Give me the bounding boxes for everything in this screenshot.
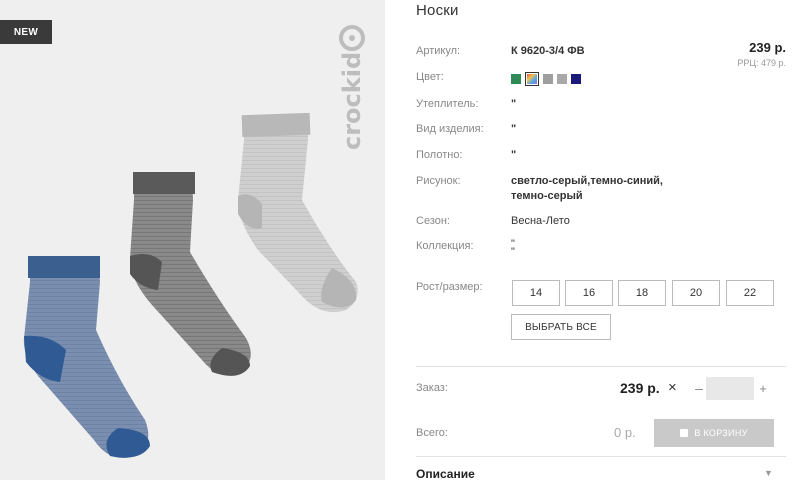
increase-quantity-button[interactable]: + [756,377,770,399]
select-all-sizes-button[interactable]: ВЫБРАТЬ ВСЕ [511,314,611,340]
divider [416,366,786,367]
order-price: 239 р. [620,380,660,396]
description-title[interactable]: Описание [416,467,475,480]
order-label: Заказ: [416,382,448,394]
season-label: Сезон: [416,215,450,227]
size-option-20[interactable]: 20 [672,280,720,306]
article-label: Артикул: [416,45,461,57]
color-swatch-multicolor[interactable] [525,72,539,86]
dark-gray-sock [130,172,251,376]
chevron-down-icon[interactable]: ▼ [764,468,773,478]
new-badge: NEW [0,20,52,44]
color-swatches [511,72,581,86]
blue-sock [23,256,150,458]
color-swatch-green[interactable] [511,74,521,84]
pattern-value-line2: темно-серый [511,190,583,202]
total-price: 0 р. [614,425,636,440]
add-to-cart-button[interactable]: В КОРЗИНУ [654,419,774,447]
decrease-quantity-button[interactable]: – [692,377,706,399]
article-value: К 9620-3/4 ФВ [511,45,585,57]
pattern-value-line1: светло-серый,темно-синий, [511,175,663,187]
insulation-label: Утеплитель: [416,98,479,110]
brand-logo: crockid [338,25,366,150]
size-option-14[interactable]: 14 [512,280,560,306]
collection-value-line2: " [511,246,515,258]
season-value: Весна-Лето [511,215,570,227]
color-swatch-gray[interactable] [543,74,553,84]
fabric-label: Полотно: [416,149,463,161]
insulation-value: " [511,98,517,110]
socks-illustration [23,112,358,458]
rrp-price: РРЦ: 479 р. [737,58,786,68]
type-value: " [511,123,517,135]
type-label: Вид изделия: [416,123,484,135]
size-label: Рост/размер: [416,281,483,293]
product-price: 239 р. [749,40,786,55]
pattern-label: Рисунок: [416,175,461,187]
fabric-value: " [511,149,517,161]
color-label: Цвет: [416,71,444,83]
color-swatch-navy[interactable] [571,74,581,84]
total-label: Всего: [416,427,448,439]
collection-label: Коллекция: [416,240,474,252]
product-details: Носки Артикул: К 9620-3/4 ФВ 239 р. РРЦ:… [416,0,786,480]
size-option-16[interactable]: 16 [565,280,613,306]
cart-icon [680,429,689,437]
svg-text:crockid: crockid [338,52,366,150]
size-option-18[interactable]: 18 [618,280,666,306]
size-option-22[interactable]: 22 [726,280,774,306]
add-to-cart-label: В КОРЗИНУ [694,428,748,438]
product-title: Носки [416,2,459,19]
quantity-input[interactable] [706,377,754,400]
divider [416,456,786,457]
multiply-icon: × [668,379,677,396]
product-image[interactable]: NEW crockid [0,0,385,480]
color-swatch-light-gray[interactable] [557,74,567,84]
